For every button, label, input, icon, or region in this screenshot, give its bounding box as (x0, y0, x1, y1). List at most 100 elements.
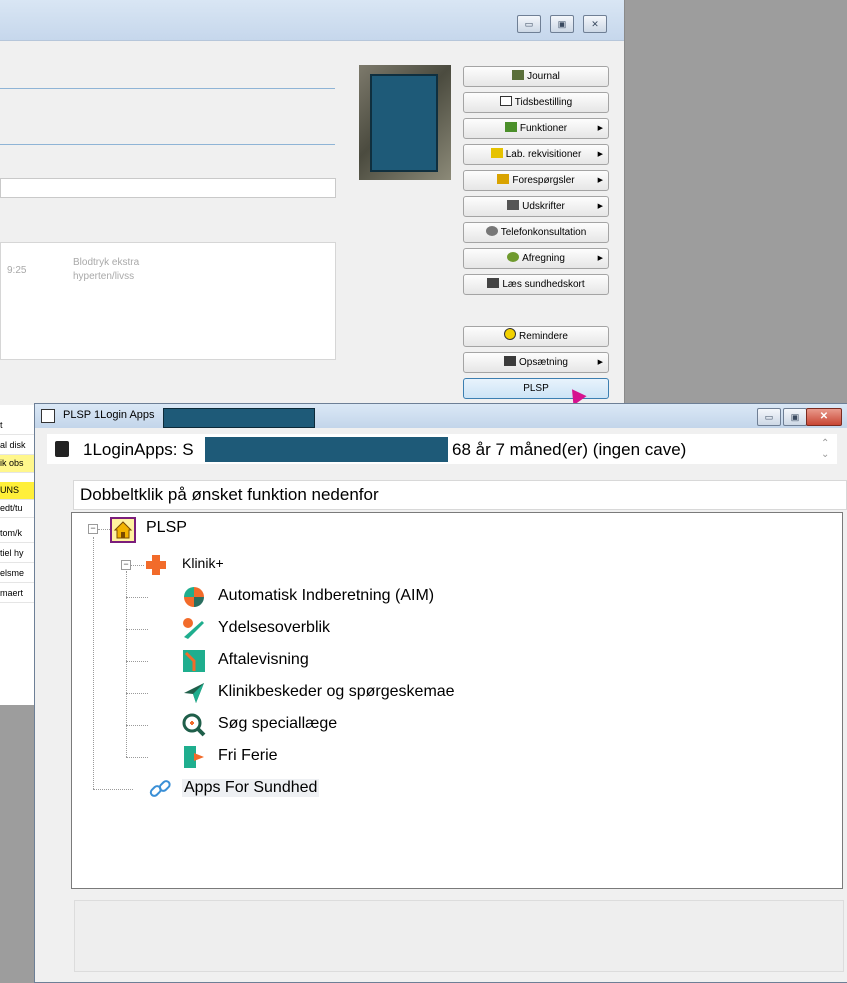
remindere-button[interactable]: Remindere (463, 326, 609, 347)
tree-connector (126, 597, 148, 598)
maximize-button[interactable]: ▣ (783, 408, 807, 426)
tree-node-aim[interactable]: Automatisk Indberetning (AIM) (218, 587, 434, 605)
list-item[interactable]: tom/k (0, 525, 36, 543)
telefonkonsultation-button[interactable]: Telefonkonsultation (463, 222, 609, 243)
button-label: Funktioner (519, 123, 568, 134)
query-icon (497, 174, 510, 184)
patient-age: 68 år 7 måned(er) (ingen cave) (452, 440, 687, 459)
forespoergsler-button[interactable]: Forespørgsler ▶ (463, 170, 609, 191)
tools-icon (504, 356, 517, 366)
aim-icon (182, 585, 206, 609)
note-time: 9:25 (7, 265, 27, 276)
window-icon (41, 409, 55, 423)
udskrifter-button[interactable]: Udskrifter ▶ (463, 196, 609, 217)
tree-connector (93, 537, 94, 789)
list-item[interactable]: maert (0, 585, 36, 603)
minimize-button[interactable]: ▭ (517, 15, 541, 33)
tree-node-klinik[interactable]: Klinik+ (182, 555, 224, 571)
list-item[interactable]: elsme (0, 565, 36, 583)
minimize-button[interactable]: ▭ (757, 408, 781, 426)
main-window-titlebar: ▭ ▣ ✕ (0, 0, 624, 41)
tree-connector (126, 629, 148, 630)
button-label: Opsætning (519, 357, 568, 368)
functions-icon (504, 122, 517, 132)
patient-info-label: 1LoginApps: S (83, 440, 194, 459)
submenu-arrow-icon: ▶ (597, 255, 603, 262)
tidsbestilling-button[interactable]: Tidsbestilling (463, 92, 609, 113)
note-text: hyperten/livss (73, 271, 135, 282)
button-label: Remindere (519, 331, 568, 342)
close-button[interactable]: ✕ (806, 408, 842, 426)
submenu-arrow-icon: ▶ (597, 151, 603, 158)
main-window: ▭ ▣ ✕ 9:25 Blodtryk ekstra hyperten/livs… (0, 0, 625, 406)
home-icon (110, 517, 136, 543)
left-list-strip: t al disk ik obs UNS edt/tu tom/k tiel h… (0, 405, 36, 705)
tree-connector (126, 661, 148, 662)
tree-node-fri-ferie[interactable]: Fri Ferie (218, 747, 278, 765)
plsp-button[interactable]: PLSP (463, 378, 609, 399)
tree-connector (126, 571, 127, 757)
plsp-1login-apps-window: PLSP 1Login Apps ▭ ▣ ✕ 1LoginApps: S 68 … (34, 403, 847, 983)
button-label: Journal (527, 71, 560, 82)
tree-connector (98, 529, 110, 530)
laes-sundhedskort-button[interactable]: Læs sundhedskort (463, 274, 609, 295)
journal-note-box: 9:25 Blodtryk ekstra hyperten/livss (0, 242, 336, 360)
tree-connector (126, 693, 148, 694)
tree-node-plsp[interactable]: PLSP (146, 519, 187, 537)
tree-connector (126, 757, 148, 758)
lab-rekvisitioner-button[interactable]: Lab. rekvisitioner ▶ (463, 144, 609, 165)
submenu-arrow-icon: ▶ (597, 125, 603, 132)
funktioner-button[interactable]: Funktioner ▶ (463, 118, 609, 139)
list-item[interactable]: edt/tu (0, 500, 36, 518)
list-item[interactable]: UNS (0, 482, 36, 500)
button-label: Afregning (522, 253, 565, 264)
collapse-toggle[interactable]: − (88, 524, 98, 534)
journal-icon (512, 70, 525, 80)
tree-connector (130, 565, 144, 566)
list-item[interactable]: t (0, 417, 36, 435)
search-doctor-icon (182, 713, 206, 737)
printer-icon (507, 200, 520, 210)
button-label: Forespørgsler (512, 175, 575, 186)
list-item[interactable]: ik obs (0, 455, 36, 473)
opsaetning-button[interactable]: Opsætning ▶ (463, 352, 609, 373)
tree-node-aftalevisning[interactable]: Aftalevisning (218, 651, 309, 669)
tree-node-apps-for-sundhed[interactable]: Apps For Sundhed (182, 779, 320, 797)
paper-plane-icon (182, 681, 206, 705)
close-button[interactable]: ✕ (583, 15, 607, 33)
ydelsesoverblik-icon (182, 617, 206, 641)
reminder-icon (504, 328, 517, 340)
instruction-bar: Dobbeltklik på ønsket funktion nedenfor (73, 480, 847, 510)
text-field[interactable] (0, 178, 336, 198)
card-reader-icon (487, 278, 500, 288)
button-label: Lab. rekvisitioner (505, 149, 582, 160)
tree-node-klinikbeskeder[interactable]: Klinikbeskeder og spørgeskemae (218, 683, 455, 701)
tree-connector (126, 725, 148, 726)
tree-node-soeg-speciallaege[interactable]: Søg speciallæge (218, 715, 337, 733)
list-item[interactable]: al disk (0, 437, 36, 455)
journal-button[interactable]: Journal (463, 66, 609, 87)
afregning-button[interactable]: Afregning ▶ (463, 248, 609, 269)
button-label: Tidsbestilling (514, 97, 573, 108)
scroll-updown-icon[interactable]: ⌃ ⌄ (821, 438, 829, 460)
money-icon (507, 252, 520, 262)
apps-tree: − PLSP − Klinik+ Automatisk Indberetning… (71, 512, 843, 889)
list-item[interactable]: tiel hy (0, 545, 36, 563)
maximize-button[interactable]: ▣ (550, 15, 574, 33)
collapse-toggle[interactable]: − (121, 560, 131, 570)
button-label: Udskrifter (522, 201, 565, 212)
instruction-text: Dobbeltklik på ønsket funktion nedenfor (80, 485, 379, 504)
calendar-icon (499, 96, 512, 106)
divider (0, 144, 335, 145)
redacted-title-text (163, 408, 315, 428)
button-label: Telefonkonsultation (500, 227, 587, 238)
link-chain-icon (148, 777, 172, 801)
exit-door-icon (182, 745, 206, 769)
divider (0, 88, 335, 89)
submenu-arrow-icon: ▶ (597, 359, 603, 366)
patient-info-bar: 1LoginApps: S 68 år 7 måned(er) (ingen c… (47, 434, 837, 464)
tree-node-ydelsesoverblik[interactable]: Ydelsesoverblik (218, 619, 330, 637)
person-icon (55, 441, 69, 457)
calendar-clock-icon (182, 649, 206, 673)
phone-icon (485, 226, 498, 236)
